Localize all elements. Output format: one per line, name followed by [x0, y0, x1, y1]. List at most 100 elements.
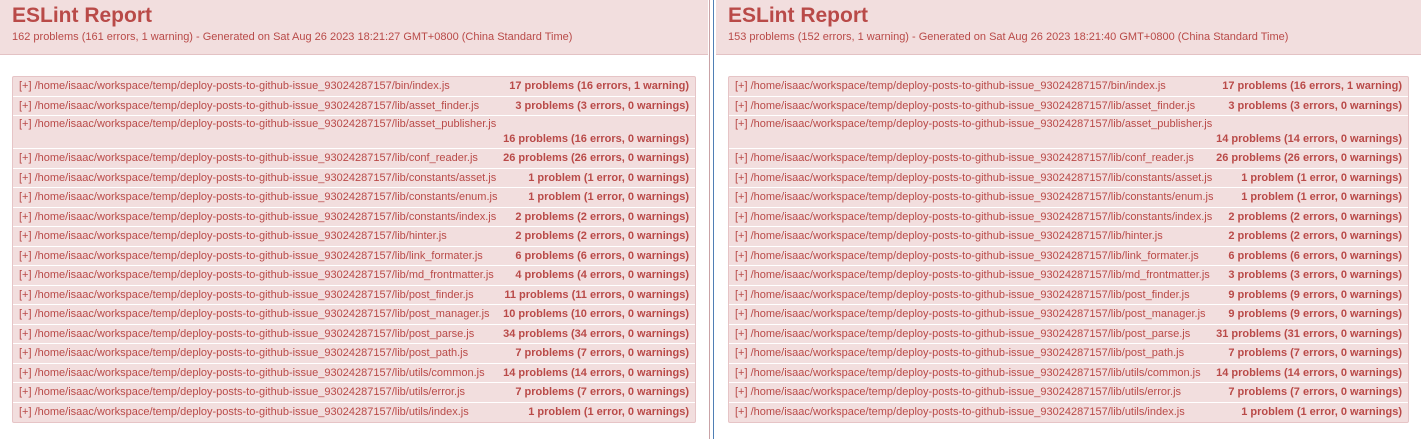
file-path-toggle[interactable]: [+] /home/isaac/workspace/temp/deploy-po…: [19, 289, 474, 301]
file-path-toggle[interactable]: [+] /home/isaac/workspace/temp/deploy-po…: [19, 230, 447, 242]
file-row[interactable]: [+] /home/isaac/workspace/temp/deploy-po…: [13, 403, 695, 423]
file-row[interactable]: [+] /home/isaac/workspace/temp/deploy-po…: [13, 266, 695, 286]
file-path-toggle[interactable]: [+] /home/isaac/workspace/temp/deploy-po…: [19, 116, 496, 130]
file-row[interactable]: [+] /home/isaac/workspace/temp/deploy-po…: [729, 169, 1408, 188]
file-path-toggle[interactable]: [+] /home/isaac/workspace/temp/deploy-po…: [19, 100, 479, 112]
problem-count: 3 problems (3 errors, 0 warnings): [515, 99, 689, 112]
file-row[interactable]: [+] /home/isaac/workspace/temp/deploy-po…: [729, 403, 1408, 423]
problem-count: 7 problems (7 errors, 0 warnings): [1228, 386, 1402, 399]
file-row[interactable]: [+] /home/isaac/workspace/temp/deploy-po…: [729, 344, 1408, 364]
file-row[interactable]: [+] /home/isaac/workspace/temp/deploy-po…: [13, 305, 695, 325]
file-path-toggle[interactable]: [+] /home/isaac/workspace/temp/deploy-po…: [19, 347, 468, 359]
file-path-toggle[interactable]: [+] /home/isaac/workspace/temp/deploy-po…: [735, 80, 1166, 92]
file-row[interactable]: [+] /home/isaac/workspace/temp/deploy-po…: [13, 97, 695, 116]
file-row[interactable]: [+] /home/isaac/workspace/temp/deploy-po…: [729, 383, 1408, 403]
problem-count: 26 problems (26 errors, 0 warnings): [503, 152, 689, 165]
file-path-toggle[interactable]: [+] /home/isaac/workspace/temp/deploy-po…: [19, 211, 496, 223]
file-row[interactable]: [+] /home/isaac/workspace/temp/deploy-po…: [13, 325, 695, 344]
file-path-toggle[interactable]: [+] /home/isaac/workspace/temp/deploy-po…: [19, 250, 483, 262]
file-row[interactable]: [+] /home/isaac/workspace/temp/deploy-po…: [13, 286, 695, 305]
problem-count: 2 problems (2 errors, 0 warnings): [515, 210, 689, 223]
file-row[interactable]: [+] /home/isaac/workspace/temp/deploy-po…: [13, 344, 695, 364]
file-path-toggle[interactable]: [+] /home/isaac/workspace/temp/deploy-po…: [735, 230, 1163, 242]
file-row[interactable]: [+] /home/isaac/workspace/temp/deploy-po…: [729, 364, 1408, 383]
file-row[interactable]: [+] /home/isaac/workspace/temp/deploy-po…: [13, 227, 695, 247]
problem-count: 14 problems (14 errors, 0 warnings): [1216, 133, 1402, 145]
report-pane-left: ESLint Report 162 problems (161 errors, …: [0, 0, 708, 439]
file-row[interactable]: [+] /home/isaac/workspace/temp/deploy-po…: [13, 188, 695, 208]
file-row[interactable]: [+] /home/isaac/workspace/temp/deploy-po…: [13, 116, 695, 149]
file-row[interactable]: [+] /home/isaac/workspace/temp/deploy-po…: [13, 149, 695, 169]
problem-count: 1 problem (1 error, 0 warnings): [528, 171, 689, 184]
file-row[interactable]: [+] /home/isaac/workspace/temp/deploy-po…: [729, 266, 1408, 286]
file-path-toggle[interactable]: [+] /home/isaac/workspace/temp/deploy-po…: [735, 367, 1201, 379]
file-row[interactable]: [+] /home/isaac/workspace/temp/deploy-po…: [729, 305, 1408, 325]
problem-count: 14 problems (14 errors, 0 warnings): [1216, 366, 1402, 379]
report-summary: 153 problems (152 errors, 1 warning) - G…: [728, 31, 1289, 43]
file-path-toggle[interactable]: [+] /home/isaac/workspace/temp/deploy-po…: [735, 191, 1213, 203]
problem-count: 2 problems (2 errors, 0 warnings): [1228, 210, 1402, 223]
file-path-toggle[interactable]: [+] /home/isaac/workspace/temp/deploy-po…: [735, 100, 1195, 112]
file-row[interactable]: [+] /home/isaac/workspace/temp/deploy-po…: [13, 169, 695, 188]
file-path-toggle[interactable]: [+] /home/isaac/workspace/temp/deploy-po…: [735, 406, 1185, 418]
file-row[interactable]: [+] /home/isaac/workspace/temp/deploy-po…: [729, 227, 1408, 247]
problem-count: 26 problems (26 errors, 0 warnings): [1216, 152, 1402, 165]
file-path-toggle[interactable]: [+] /home/isaac/workspace/temp/deploy-po…: [19, 191, 497, 203]
file-row[interactable]: [+] /home/isaac/workspace/temp/deploy-po…: [729, 188, 1408, 208]
file-row[interactable]: [+] /home/isaac/workspace/temp/deploy-po…: [729, 116, 1408, 149]
file-path-toggle[interactable]: [+] /home/isaac/workspace/temp/deploy-po…: [19, 308, 490, 320]
file-path-toggle[interactable]: [+] /home/isaac/workspace/temp/deploy-po…: [19, 152, 478, 164]
file-row[interactable]: [+] /home/isaac/workspace/temp/deploy-po…: [729, 247, 1408, 266]
file-row[interactable]: [+] /home/isaac/workspace/temp/deploy-po…: [13, 383, 695, 403]
file-path-toggle[interactable]: [+] /home/isaac/workspace/temp/deploy-po…: [735, 289, 1190, 301]
problem-count: 10 problems (10 errors, 0 warnings): [503, 308, 689, 321]
file-path-toggle[interactable]: [+] /home/isaac/workspace/temp/deploy-po…: [735, 328, 1190, 340]
problem-count: 17 problems (16 errors, 1 warning): [509, 80, 689, 93]
pane-divider[interactable]: [708, 0, 716, 439]
file-path-toggle[interactable]: [+] /home/isaac/workspace/temp/deploy-po…: [19, 172, 496, 184]
file-path-toggle[interactable]: [+] /home/isaac/workspace/temp/deploy-po…: [19, 406, 469, 418]
problem-count: 3 problems (3 errors, 0 warnings): [1228, 269, 1402, 282]
problem-count: 4 problems (4 errors, 0 warnings): [515, 269, 689, 282]
file-row[interactable]: [+] /home/isaac/workspace/temp/deploy-po…: [13, 208, 695, 227]
divider-line-accent: [713, 0, 714, 439]
file-path-toggle[interactable]: [+] /home/isaac/workspace/temp/deploy-po…: [19, 328, 474, 340]
file-path-toggle[interactable]: [+] /home/isaac/workspace/temp/deploy-po…: [735, 386, 1181, 398]
problem-count: 9 problems (9 errors, 0 warnings): [1228, 308, 1402, 321]
divider-line: [709, 0, 710, 439]
report-title: ESLint Report: [728, 4, 868, 27]
file-path-toggle[interactable]: [+] /home/isaac/workspace/temp/deploy-po…: [735, 347, 1184, 359]
file-path-toggle[interactable]: [+] /home/isaac/workspace/temp/deploy-po…: [19, 367, 485, 379]
report-summary: 162 problems (161 errors, 1 warning) - G…: [12, 31, 573, 43]
file-path-toggle[interactable]: [+] /home/isaac/workspace/temp/deploy-po…: [735, 308, 1206, 320]
file-path-toggle[interactable]: [+] /home/isaac/workspace/temp/deploy-po…: [735, 269, 1210, 281]
problem-count: 31 problems (31 errors, 0 warnings): [1216, 327, 1402, 340]
file-path-toggle[interactable]: [+] /home/isaac/workspace/temp/deploy-po…: [735, 116, 1212, 130]
file-path-toggle[interactable]: [+] /home/isaac/workspace/temp/deploy-po…: [735, 250, 1199, 262]
file-path-toggle[interactable]: [+] /home/isaac/workspace/temp/deploy-po…: [735, 152, 1194, 164]
file-row[interactable]: [+] /home/isaac/workspace/temp/deploy-po…: [729, 77, 1408, 97]
problem-count: 1 problem (1 error, 0 warnings): [528, 191, 689, 204]
problem-count: 7 problems (7 errors, 0 warnings): [515, 386, 689, 399]
problem-count: 16 problems (16 errors, 0 warnings): [503, 133, 689, 145]
file-path-toggle[interactable]: [+] /home/isaac/workspace/temp/deploy-po…: [735, 211, 1212, 223]
file-row[interactable]: [+] /home/isaac/workspace/temp/deploy-po…: [13, 77, 695, 97]
file-path-toggle[interactable]: [+] /home/isaac/workspace/temp/deploy-po…: [19, 386, 465, 398]
file-path-toggle[interactable]: [+] /home/isaac/workspace/temp/deploy-po…: [735, 172, 1212, 184]
problem-count: 2 problems (2 errors, 0 warnings): [515, 230, 689, 243]
problem-count: 6 problems (6 errors, 0 warnings): [1228, 249, 1402, 262]
file-path-toggle[interactable]: [+] /home/isaac/workspace/temp/deploy-po…: [19, 80, 450, 92]
file-row[interactable]: [+] /home/isaac/workspace/temp/deploy-po…: [729, 286, 1408, 305]
report-title: ESLint Report: [12, 4, 152, 27]
file-row[interactable]: [+] /home/isaac/workspace/temp/deploy-po…: [729, 208, 1408, 227]
file-row[interactable]: [+] /home/isaac/workspace/temp/deploy-po…: [729, 97, 1408, 116]
file-row[interactable]: [+] /home/isaac/workspace/temp/deploy-po…: [13, 247, 695, 266]
file-row[interactable]: [+] /home/isaac/workspace/temp/deploy-po…: [13, 364, 695, 383]
file-row[interactable]: [+] /home/isaac/workspace/temp/deploy-po…: [729, 149, 1408, 169]
file-row[interactable]: [+] /home/isaac/workspace/temp/deploy-po…: [729, 325, 1408, 344]
report-header: ESLint Report 153 problems (152 errors, …: [716, 0, 1421, 55]
problem-count: 1 problem (1 error, 0 warnings): [528, 406, 689, 419]
file-path-toggle[interactable]: [+] /home/isaac/workspace/temp/deploy-po…: [19, 269, 494, 281]
problem-count: 17 problems (16 errors, 1 warning): [1222, 80, 1402, 93]
file-list: [+] /home/isaac/workspace/temp/deploy-po…: [12, 76, 696, 423]
